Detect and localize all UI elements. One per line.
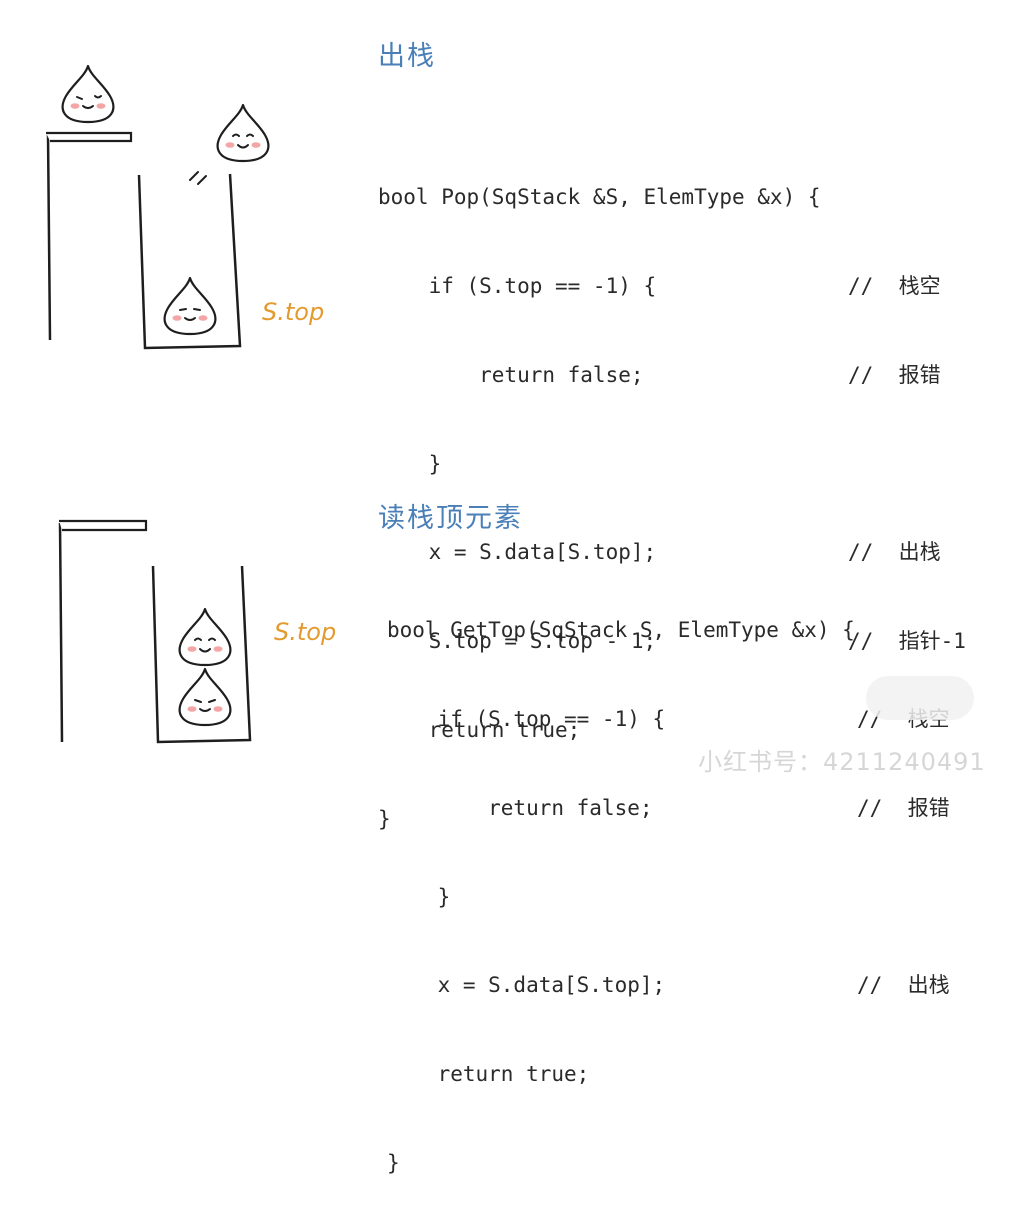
code-line: } xyxy=(387,1150,400,1175)
bun-icon xyxy=(61,64,115,124)
watermark-logo xyxy=(866,676,974,720)
left-stack-wall xyxy=(46,134,52,341)
left-stack-wall-2 xyxy=(58,522,64,743)
pop-stack-diagram xyxy=(46,64,270,350)
code-line: return true; xyxy=(387,1062,590,1087)
code-line: return false;// 报错 xyxy=(378,362,941,387)
stack-lid xyxy=(46,131,133,143)
bottom-bun-icon xyxy=(163,276,217,336)
code-line: bool GetTop(SqStack S, ElemType &x) { xyxy=(387,618,855,643)
watermark-text: 小红书号：4211240491 xyxy=(698,748,986,776)
motion-lines-icon xyxy=(189,171,207,185)
code-line: x = S.data[S.top];// 出栈 xyxy=(387,973,950,998)
stack-lid-2 xyxy=(59,519,148,532)
code-line: } xyxy=(378,451,442,476)
stack-top-pointer-label: S.top xyxy=(262,298,325,326)
gettop-title: 读栈顶元素 xyxy=(378,503,523,534)
code-line: return false;// 报错 xyxy=(387,795,950,820)
code-line: if (S.top == -1) {// 栈空 xyxy=(378,273,941,298)
top-bun-icon xyxy=(178,607,232,667)
lower-bun-icon xyxy=(178,667,232,727)
pop-title: 出栈 xyxy=(378,41,436,72)
gettop-stack-diagram xyxy=(58,519,252,744)
code-line: } xyxy=(387,884,451,909)
code-line: bool Pop(SqStack &S, ElemType &x) { xyxy=(378,185,821,210)
code-line: if (S.top == -1) {// 栈空 xyxy=(387,706,950,731)
popping-bun-icon xyxy=(216,103,270,163)
gettop-code-block: bool GetTop(SqStack S, ElemType &x) { if… xyxy=(387,557,950,1208)
stack-top-pointer-label-2: S.top xyxy=(274,618,337,646)
